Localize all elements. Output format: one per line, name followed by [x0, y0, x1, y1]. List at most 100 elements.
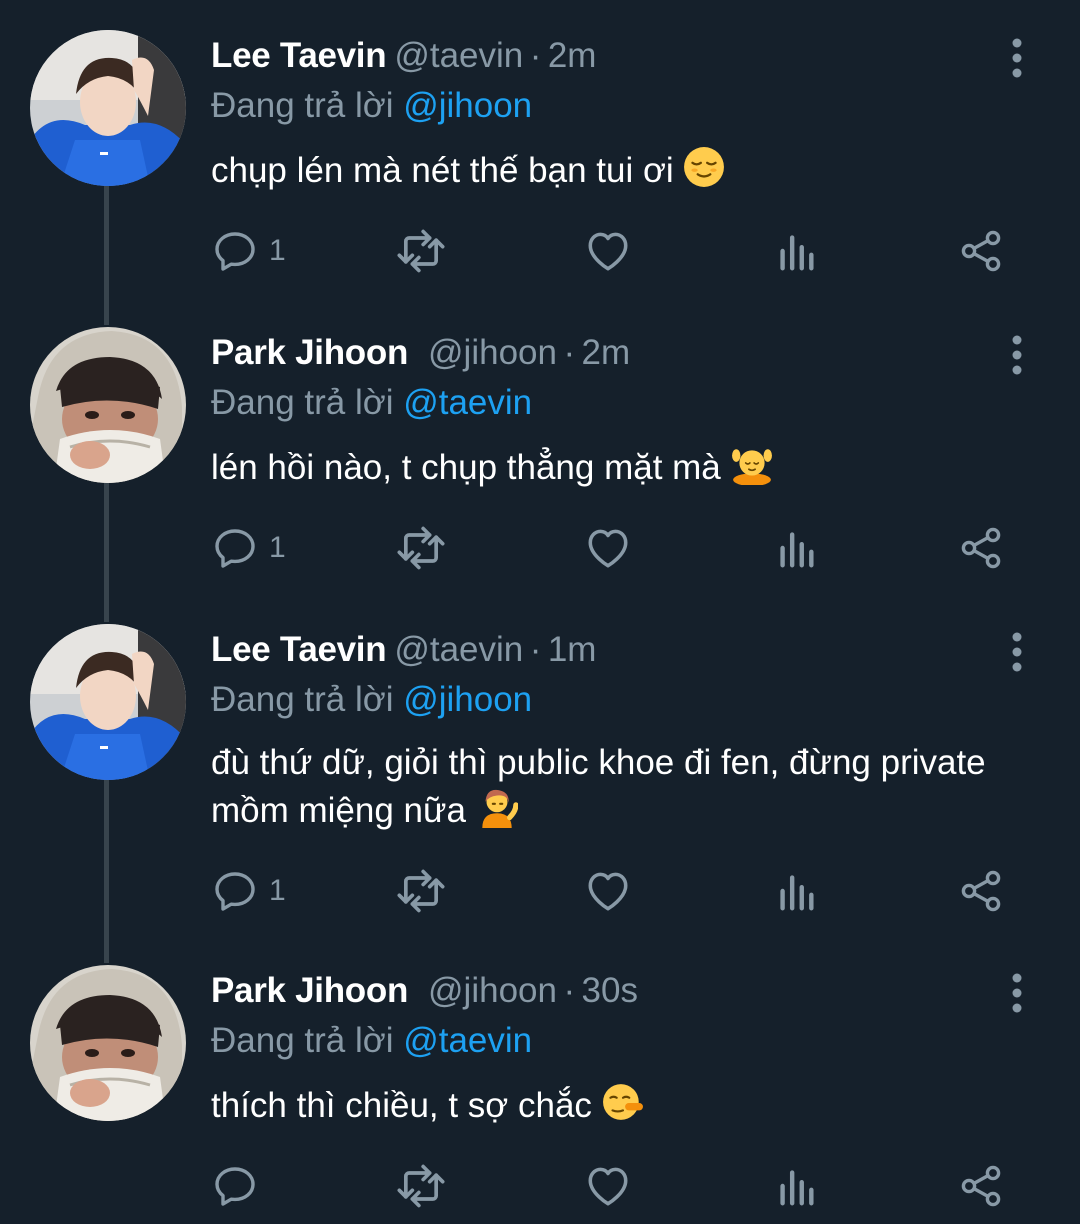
- separator-dot: ·: [529, 36, 542, 75]
- reply-icon: [211, 227, 259, 275]
- lying-face-emoji: [602, 1081, 644, 1123]
- retweet-button[interactable]: [395, 523, 447, 573]
- heart-icon: [583, 523, 633, 573]
- display-name[interactable]: Lee Taevin: [211, 36, 387, 75]
- avatar[interactable]: [30, 965, 186, 1121]
- username[interactable]: @taevin: [394, 36, 523, 75]
- thread-line: [104, 935, 109, 963]
- separator-dot: ·: [563, 971, 576, 1010]
- heart-icon: [583, 226, 633, 276]
- like-button[interactable]: [583, 523, 633, 573]
- avatar[interactable]: [30, 30, 186, 186]
- tweet-text-body: chụp lén mà nét thế bạn tui ơi: [211, 151, 674, 190]
- tweet-text-body: đù thứ dữ, giỏi thì public khoe đi fen, …: [211, 743, 986, 830]
- retweet-icon: [395, 1160, 447, 1212]
- mention-link[interactable]: @taevin: [403, 1021, 532, 1060]
- tweet-text: lén hồi nào, t chụp thẳng mặt mà: [211, 443, 1044, 491]
- username[interactable]: @jihoon: [428, 971, 557, 1010]
- tweet-text-body: thích thì chiều, t sợ chắc: [211, 1086, 592, 1125]
- analytics-button[interactable]: [773, 1161, 819, 1211]
- replying-to-label: Đang trả lời: [211, 680, 394, 719]
- reply-icon: [211, 524, 259, 572]
- share-icon: [957, 1162, 1005, 1210]
- reply-button[interactable]: [211, 1161, 269, 1211]
- thread-line: [104, 594, 109, 622]
- tweet[interactable]: Park Jihoon @jihoon · 30s Đang trả lời @t…: [0, 935, 1080, 1224]
- tweet[interactable]: Lee Taevin @taevin · 2m Đang trả lời @jih…: [0, 0, 1080, 297]
- reply-icon: [211, 1162, 259, 1210]
- analytics-icon: [773, 525, 819, 571]
- share-button[interactable]: [957, 1161, 1005, 1211]
- reply-count: 1: [269, 874, 286, 907]
- heart-icon: [583, 1161, 633, 1211]
- timestamp[interactable]: 30s: [582, 971, 638, 1010]
- thread-line: [104, 483, 109, 594]
- share-icon: [957, 524, 1005, 572]
- tweet[interactable]: Lee Taevin @taevin · 1m Đang trả lời @jih…: [0, 594, 1080, 935]
- replying-to-label: Đang trả lời: [211, 86, 394, 125]
- avatar[interactable]: [30, 327, 186, 483]
- timestamp[interactable]: 2m: [582, 333, 631, 372]
- username[interactable]: @taevin: [394, 630, 523, 669]
- tweet-actions: 1: [211, 866, 1011, 916]
- analytics-button[interactable]: [773, 523, 819, 573]
- more-vertical-icon[interactable]: [1004, 971, 1030, 1015]
- replying-to: Đang trả lời @taevin: [211, 383, 532, 423]
- tweet-header: Park Jihoon @jihoon · 30s: [211, 971, 638, 1015]
- username[interactable]: @jihoon: [428, 333, 557, 372]
- share-button[interactable]: [957, 226, 1005, 276]
- reply-count: 1: [269, 531, 286, 564]
- retweet-button[interactable]: [395, 226, 447, 276]
- analytics-icon: [773, 868, 819, 914]
- reply-button[interactable]: 1: [211, 523, 286, 573]
- retweet-icon: [395, 522, 447, 574]
- analytics-icon: [773, 1163, 819, 1209]
- tweet-text-body: lén hồi nào, t chụp thẳng mặt mà: [211, 448, 721, 487]
- mention-link[interactable]: @taevin: [403, 383, 532, 422]
- tweet-header: Park Jihoon @jihoon · 2m: [211, 333, 630, 377]
- more-vertical-icon[interactable]: [1004, 333, 1030, 377]
- retweet-icon: [395, 865, 447, 917]
- like-button[interactable]: [583, 226, 633, 276]
- thread-line: [104, 297, 109, 325]
- separator-dot: ·: [563, 333, 576, 372]
- share-icon: [957, 867, 1005, 915]
- tweet-header: Lee Taevin @taevin · 2m: [211, 36, 596, 80]
- analytics-button[interactable]: [773, 866, 819, 916]
- timestamp[interactable]: 1m: [548, 630, 597, 669]
- tweet-header: Lee Taevin @taevin · 1m: [211, 630, 596, 674]
- avatar[interactable]: [30, 624, 186, 780]
- retweet-icon: [395, 225, 447, 277]
- relieved-face-emoji: [683, 146, 725, 188]
- mention-link[interactable]: @jihoon: [403, 86, 532, 125]
- reply-button[interactable]: 1: [211, 226, 286, 276]
- like-button[interactable]: [583, 866, 633, 916]
- display-name[interactable]: Lee Taevin: [211, 630, 387, 669]
- tweet-text: thích thì chiều, t sợ chắc: [211, 1081, 1044, 1129]
- retweet-button[interactable]: [395, 1161, 447, 1211]
- reply-count: 1: [269, 234, 286, 267]
- reply-icon: [211, 867, 259, 915]
- retweet-button[interactable]: [395, 866, 447, 916]
- mention-link[interactable]: @jihoon: [403, 680, 532, 719]
- share-button[interactable]: [957, 866, 1005, 916]
- more-vertical-icon[interactable]: [1004, 36, 1030, 80]
- timestamp[interactable]: 2m: [548, 36, 597, 75]
- tweet[interactable]: Park Jihoon @jihoon · 2m Đang trả lời @ta…: [0, 297, 1080, 594]
- reply-button[interactable]: 1: [211, 866, 286, 916]
- analytics-button[interactable]: [773, 226, 819, 276]
- display-name[interactable]: Park Jihoon: [211, 333, 408, 372]
- replying-to: Đang trả lời @jihoon: [211, 680, 532, 720]
- like-button[interactable]: [583, 1161, 633, 1211]
- more-vertical-icon[interactable]: [1004, 630, 1030, 674]
- person-getting-massage-emoji: [731, 443, 773, 485]
- tweet-text: đù thứ dữ, giỏi thì public khoe đi fen, …: [211, 740, 1040, 834]
- replying-to-label: Đang trả lời: [211, 383, 394, 422]
- analytics-icon: [773, 228, 819, 274]
- person-tipping-hand-emoji: [476, 786, 518, 828]
- share-button[interactable]: [957, 523, 1005, 573]
- separator-dot: ·: [529, 630, 542, 669]
- share-icon: [957, 227, 1005, 275]
- display-name[interactable]: Park Jihoon: [211, 971, 408, 1010]
- thread-line: [104, 186, 109, 297]
